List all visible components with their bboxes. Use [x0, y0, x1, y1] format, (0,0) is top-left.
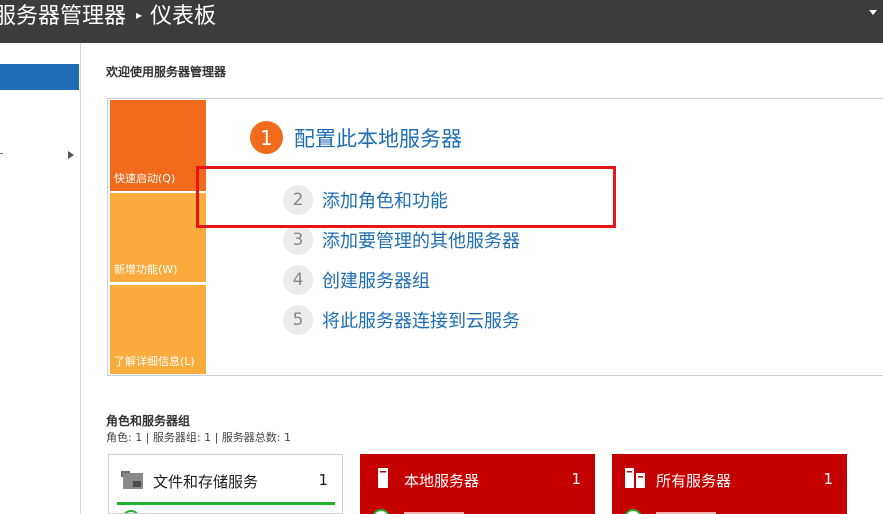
status-ok-icon	[624, 509, 642, 514]
server-icon	[378, 468, 388, 488]
card-count: 1	[823, 470, 833, 488]
sidebar	[0, 43, 81, 514]
step-link[interactable]: 添加要管理的其他服务器	[322, 227, 520, 253]
expand-arrow-icon[interactable]	[68, 151, 74, 159]
card-count: 1	[571, 470, 581, 488]
card-title: 本地服务器	[404, 472, 480, 490]
step-number-badge: 3	[283, 225, 313, 255]
highlight-box	[196, 166, 616, 228]
app-title: 服务器管理器	[0, 4, 127, 29]
status-ok-icon	[372, 509, 390, 514]
step-link[interactable]: 配置此本地服务器	[294, 123, 462, 153]
welcome-heading: 欢迎使用服务器管理器	[106, 65, 227, 79]
sidebar-item-dashboard[interactable]	[0, 64, 79, 90]
step-number-badge: 5	[283, 305, 313, 335]
breadcrumb-separator-icon: ▸	[136, 8, 143, 22]
role-card-file-storage[interactable]: 文件和存储服务 1	[108, 454, 343, 514]
file-storage-icon	[121, 471, 143, 489]
card-title: 文件和存储服务	[153, 473, 259, 491]
step-configure-local-server[interactable]: 1 配置此本地服务器	[250, 121, 462, 154]
step-number-badge: 1	[250, 121, 283, 154]
role-card-local-server[interactable]: 本地服务器 1	[360, 454, 595, 514]
status-bar	[117, 502, 335, 505]
tile-quick-start[interactable]: 快速启动(Q)	[110, 100, 206, 191]
card-count: 1	[318, 471, 328, 489]
breadcrumb: 服务器管理器 ▸ 仪表板	[0, 0, 216, 30]
tile-learn-more[interactable]: 了解详细信息(L)	[110, 285, 206, 374]
step-connect-cloud[interactable]: 5 将此服务器连接到云服务	[283, 305, 520, 335]
title-bar: 服务器管理器 ▸ 仪表板	[0, 0, 883, 43]
dropdown-arrow-icon[interactable]	[869, 10, 877, 15]
step-add-servers[interactable]: 3 添加要管理的其他服务器	[283, 225, 520, 255]
role-card-all-servers[interactable]: 所有服务器 1	[612, 454, 847, 514]
servers-icon	[625, 468, 645, 488]
step-create-server-group[interactable]: 4 创建服务器组	[283, 265, 430, 295]
tile-whats-new[interactable]: 新增功能(W)	[110, 193, 206, 282]
step-link[interactable]: 将此服务器连接到云服务	[322, 307, 520, 333]
status-ok-icon	[122, 510, 140, 513]
card-title: 所有服务器	[656, 472, 732, 490]
roles-summary: 角色: 1 | 服务器组: 1 | 服务器总数: 1	[106, 431, 292, 444]
step-link[interactable]: 创建服务器组	[322, 267, 430, 293]
roles-section-title: 角色和服务器组	[106, 414, 191, 428]
sidebar-item-marker	[0, 153, 3, 154]
page-title: 仪表板	[150, 4, 217, 29]
step-number-badge: 4	[283, 265, 313, 295]
